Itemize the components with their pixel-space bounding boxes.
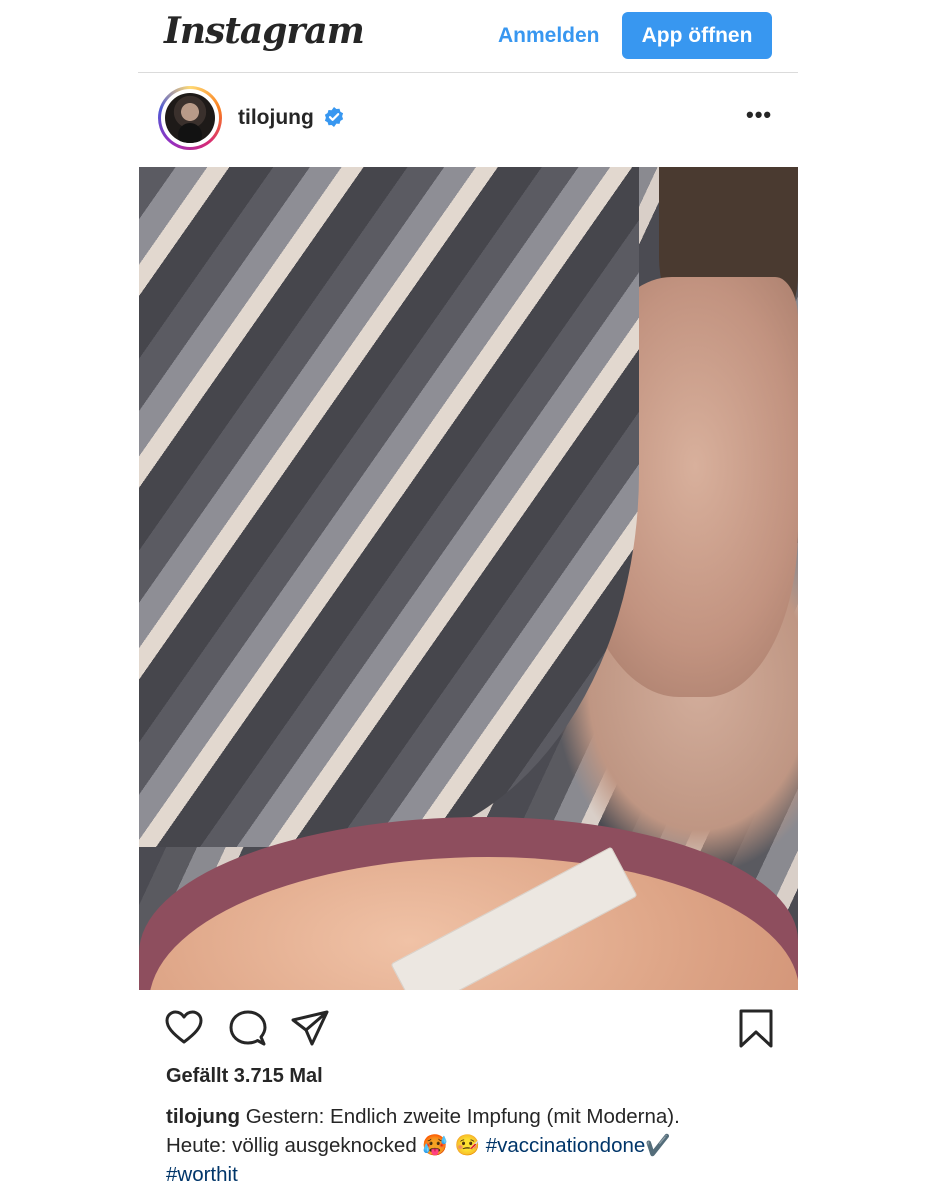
verified-badge-icon bbox=[324, 107, 344, 127]
caption-line-1: Gestern: Endlich zweite Impfung (mit Mod… bbox=[245, 1105, 680, 1128]
post-caption: tilojung Gestern: Endlich zweite Impfung… bbox=[166, 1102, 786, 1189]
more-options-icon[interactable]: ••• bbox=[746, 102, 772, 128]
post-image[interactable] bbox=[139, 167, 798, 990]
likes-count[interactable]: Gefällt 3.715 Mal bbox=[166, 1065, 323, 1088]
bookmark-icon[interactable] bbox=[736, 1008, 776, 1048]
checkmark-icon: ✔️ bbox=[645, 1133, 671, 1157]
hashtag-vaccinationdone[interactable]: #vaccinationdone bbox=[486, 1134, 646, 1157]
caption-line-2: Heute: völlig ausgeknocked bbox=[166, 1134, 417, 1157]
post-username[interactable]: tilojung bbox=[238, 106, 314, 130]
caption-username[interactable]: tilojung bbox=[166, 1105, 240, 1128]
comment-icon[interactable] bbox=[228, 1008, 268, 1048]
header-divider bbox=[138, 72, 798, 73]
instagram-logo[interactable]: Instagram bbox=[164, 10, 365, 52]
heart-icon[interactable] bbox=[164, 1008, 204, 1048]
post-actions bbox=[138, 1008, 798, 1056]
caption-emojis: 🥵 🤒 bbox=[422, 1133, 480, 1157]
post-header: tilojung ••• bbox=[138, 86, 798, 152]
open-app-button[interactable]: App öffnen bbox=[622, 12, 772, 59]
login-link[interactable]: Anmelden bbox=[498, 24, 600, 48]
avatar[interactable] bbox=[158, 86, 222, 150]
top-bar: Instagram Anmelden App öffnen bbox=[138, 0, 798, 72]
share-icon[interactable] bbox=[290, 1008, 330, 1048]
avatar-photo bbox=[165, 93, 215, 143]
hashtag-worthit[interactable]: #worthit bbox=[166, 1163, 238, 1186]
photo-blanket bbox=[139, 167, 639, 847]
